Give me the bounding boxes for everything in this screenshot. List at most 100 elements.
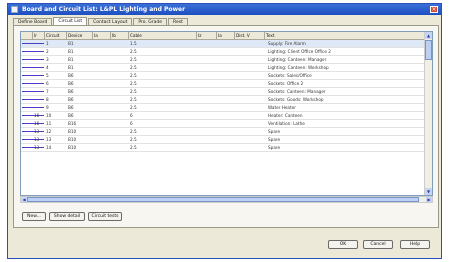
scroll-up-icon[interactable]: ▲ <box>425 32 432 39</box>
table-cell[interactable] <box>198 40 217 47</box>
table-cell[interactable] <box>218 48 235 55</box>
table-cell[interactable]: B6 <box>68 112 93 119</box>
ok-button[interactable]: OK <box>328 240 358 249</box>
table-cell[interactable] <box>94 96 111 103</box>
table-cell[interactable] <box>94 48 111 55</box>
table-cell[interactable] <box>94 120 111 127</box>
table-cell[interactable]: 6 <box>46 80 67 87</box>
table-cell[interactable] <box>198 128 217 135</box>
table-cell[interactable]: 2.5 <box>130 80 197 87</box>
table-cell[interactable]: B16 <box>68 120 93 127</box>
table-cell[interactable]: 2.5 <box>130 96 197 103</box>
cancel-button[interactable]: Cancel <box>363 240 393 249</box>
table-cell[interactable]: 6 <box>130 112 197 119</box>
table-cell[interactable] <box>198 64 217 71</box>
table-cell[interactable]: B1 <box>68 48 93 55</box>
table-cell[interactable]: B6 <box>68 104 93 111</box>
table-cell[interactable]: 2.5 <box>130 56 197 63</box>
table-cell[interactable]: 3 <box>46 56 67 63</box>
table-cell[interactable] <box>34 56 45 63</box>
table-cell[interactable] <box>236 56 265 63</box>
table-cell[interactable]: 13 <box>46 136 67 143</box>
table-cell[interactable] <box>218 88 235 95</box>
table-cell[interactable]: 8 <box>46 96 67 103</box>
table-cell[interactable]: 5 <box>46 72 67 79</box>
column-header[interactable]: Device <box>67 32 93 39</box>
table-cell[interactable] <box>112 104 129 111</box>
tab-circuit-list[interactable]: Circuit List <box>53 17 88 25</box>
table-row[interactable]: 16 10 B6 6 Heater: Canteen <box>21 112 426 120</box>
table-cell[interactable] <box>112 96 129 103</box>
table-cell[interactable]: 2.5 <box>130 64 197 71</box>
table-cell[interactable]: 11 <box>46 120 67 127</box>
tab-rest[interactable]: Rest <box>168 18 188 25</box>
table-cell[interactable]: B10 <box>68 136 93 143</box>
table-row[interactable]: 2 B1 2.5 Lighting: Client Office Office 2 <box>21 48 426 56</box>
table-cell[interactable] <box>94 104 111 111</box>
table-cell[interactable] <box>112 40 129 47</box>
table-row[interactable]: 7 B6 2.5 Sockets: Canteen: Manager <box>21 88 426 96</box>
table-cell[interactable] <box>236 144 265 151</box>
table-cell[interactable]: 2.5 <box>130 48 197 55</box>
table-cell[interactable]: B10 <box>68 128 93 135</box>
table-row[interactable]: 1 B1 1.5 Supply: Fire Alarm <box>21 40 426 48</box>
table-cell[interactable] <box>236 64 265 71</box>
table-cell[interactable]: 1 <box>46 40 67 47</box>
column-header[interactable]: Iz <box>197 32 217 39</box>
table-cell[interactable]: 16 <box>34 120 45 127</box>
table-row[interactable]: 8 B6 2.5 Sockets: Goods: Workshop <box>21 96 426 104</box>
column-header[interactable]: Dist. V <box>235 32 265 39</box>
scroll-down-icon[interactable]: ▼ <box>425 188 432 195</box>
table-cell[interactable]: Spare <box>268 136 426 143</box>
table-cell[interactable] <box>34 88 45 95</box>
table-cell[interactable]: 2 <box>46 48 67 55</box>
table-cell[interactable]: B6 <box>68 88 93 95</box>
table-row[interactable]: 6 B6 2.5 Sockets: Office 2 <box>21 80 426 88</box>
table-cell[interactable] <box>198 136 217 143</box>
table-cell[interactable] <box>34 48 45 55</box>
table-cell[interactable] <box>218 136 235 143</box>
table-cell[interactable] <box>94 40 111 47</box>
table-cell[interactable] <box>94 80 111 87</box>
table-cell[interactable] <box>218 56 235 63</box>
table-cell[interactable] <box>34 104 45 111</box>
show-detail-button[interactable]: Show detail <box>49 212 85 221</box>
table-cell[interactable] <box>198 56 217 63</box>
table-row[interactable]: 3 B1 2.5 Lighting: Canteen: Manager <box>21 56 426 64</box>
table-cell[interactable] <box>218 64 235 71</box>
table-cell[interactable]: Lighting: Canteen: Manager <box>268 56 426 63</box>
table-cell[interactable]: Heater: Canteen <box>268 112 426 119</box>
table-cell[interactable]: 2.5 <box>130 104 197 111</box>
table-cell[interactable] <box>236 48 265 55</box>
vertical-scrollbar[interactable]: ▲ ▼ <box>424 32 432 195</box>
table-row[interactable]: 13 14 B10 2.5 Spare <box>21 144 426 152</box>
table-cell[interactable]: 10 <box>46 112 67 119</box>
table-cell[interactable] <box>94 56 111 63</box>
table-cell[interactable] <box>198 48 217 55</box>
table-cell[interactable] <box>236 96 265 103</box>
table-cell[interactable] <box>112 112 129 119</box>
help-button[interactable]: Help <box>400 240 430 249</box>
table-row[interactable]: 9 B6 2.5 Water Heater <box>21 104 426 112</box>
table-cell[interactable] <box>198 104 217 111</box>
table-cell[interactable]: B6 <box>68 80 93 87</box>
table-cell[interactable] <box>236 128 265 135</box>
table-cell[interactable] <box>94 136 111 143</box>
table-cell[interactable] <box>34 40 45 47</box>
table-cell[interactable]: 2.5 <box>130 136 197 143</box>
scroll-thumb-horizontal[interactable] <box>27 197 419 202</box>
new-button[interactable]: New... <box>22 212 46 221</box>
table-row[interactable]: 4 B1 2.5 Lighting: Canteen: Workshop <box>21 64 426 72</box>
horizontal-scrollbar[interactable]: ◀ ▶ <box>20 196 433 203</box>
table-cell[interactable] <box>236 88 265 95</box>
table-cell[interactable] <box>112 80 129 87</box>
circuit-tests-button[interactable]: Circuit tests <box>88 212 122 221</box>
table-cell[interactable]: 12 <box>46 128 67 135</box>
table-cell[interactable] <box>34 96 45 103</box>
column-header[interactable]: Cable <box>129 32 197 39</box>
table-cell[interactable]: B6 <box>68 96 93 103</box>
table-cell[interactable]: B6 <box>68 72 93 79</box>
table-cell[interactable] <box>218 40 235 47</box>
table-cell[interactable]: Sockets: Goods: Workshop <box>268 96 426 103</box>
table-cell[interactable] <box>198 88 217 95</box>
